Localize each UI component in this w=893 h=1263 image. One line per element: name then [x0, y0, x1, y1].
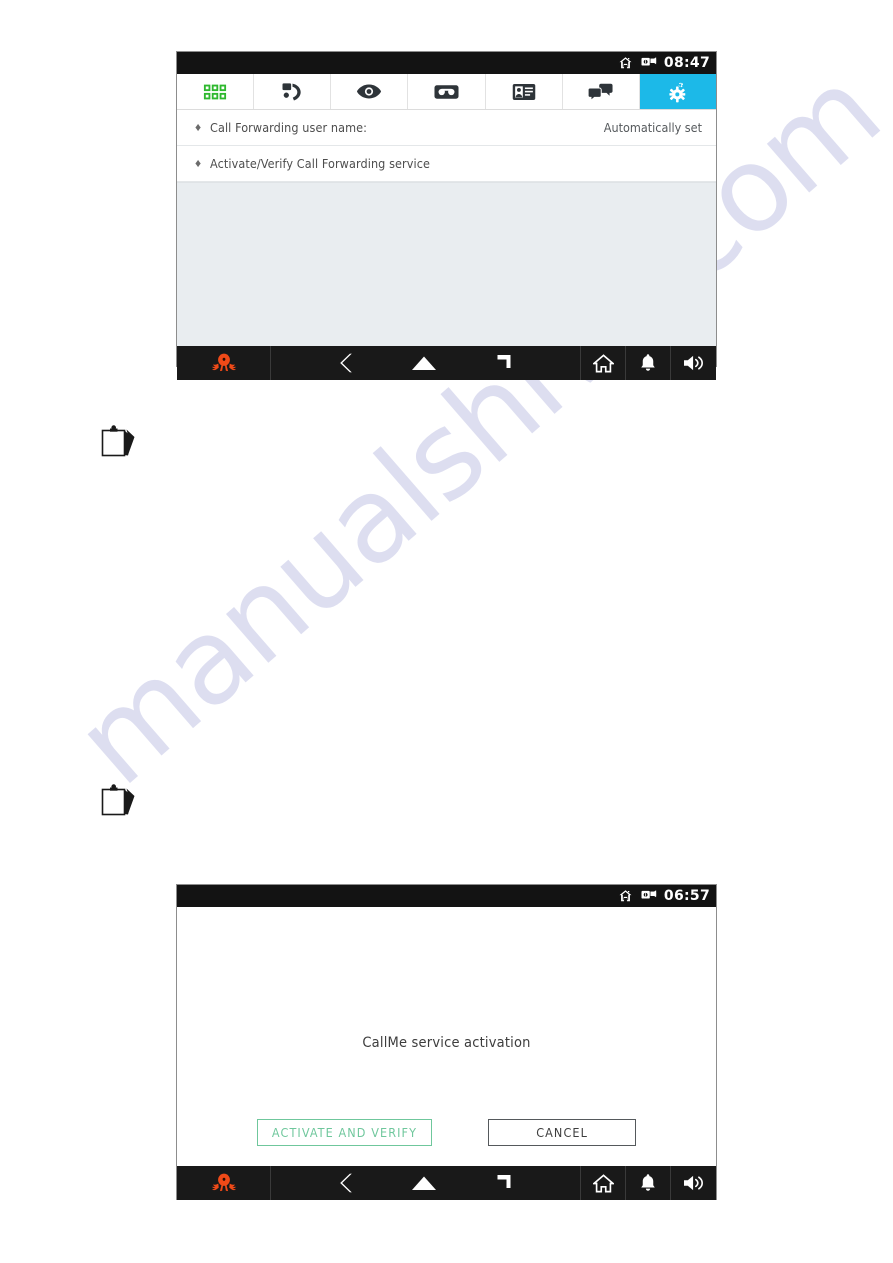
dialog-body: CallMe service activation ACTIVATE AND V…: [177, 907, 716, 1166]
status-time: 08:47: [663, 54, 710, 71]
bottom-navigation-bar: [177, 346, 716, 380]
recent-apps-arrow-icon[interactable]: [493, 1173, 513, 1193]
status-bar: 06:57: [177, 885, 716, 907]
tab-voicemail[interactable]: [408, 74, 486, 109]
list-item[interactable]: ♦ Activate/Verify Call Forwarding servic…: [177, 146, 716, 182]
home-icon[interactable]: [581, 1166, 626, 1200]
home-pentagon-icon[interactable]: [411, 355, 437, 371]
tab-apps[interactable]: [177, 74, 255, 109]
tab-contacts[interactable]: [485, 74, 563, 109]
nav-secondary-actions: [581, 1166, 716, 1200]
multi-window-icon: [640, 56, 657, 70]
device-screen-call-forwarding: 08:47 ♦ Call Forwarding user name: Autom…: [176, 51, 717, 380]
eye-icon: [357, 84, 382, 99]
nav-secondary-actions: [581, 346, 716, 380]
octopus-logo-icon[interactable]: [177, 346, 271, 380]
voicemail-icon: [434, 84, 459, 99]
bullet-icon: ♦: [195, 120, 202, 134]
octopus-logo-icon[interactable]: [177, 1166, 271, 1200]
speaker-icon[interactable]: [671, 346, 716, 380]
gear-icon: [669, 81, 686, 102]
settings-list: ♦ Call Forwarding user name: Automatical…: [177, 110, 716, 182]
tab-settings[interactable]: [639, 74, 716, 109]
chat-bubbles-icon: [588, 83, 613, 101]
status-bar: 08:47: [177, 52, 716, 74]
back-chevron-icon[interactable]: [339, 352, 355, 374]
list-item[interactable]: ♦ Call Forwarding user name: Automatical…: [177, 110, 716, 146]
nav-main-actions: [271, 1166, 581, 1200]
device-screen-callme-activation: 06:57 CallMe service activation ACTIVATE…: [176, 884, 717, 1200]
app-grid-icon: [203, 84, 227, 99]
home-icon[interactable]: [581, 346, 626, 380]
contact-card-icon: [512, 83, 535, 100]
tab-calls[interactable]: [254, 74, 332, 109]
note-clipboard-icon: [99, 424, 137, 463]
dialog-actions: ACTIVATE AND VERIFY CANCEL: [177, 1119, 716, 1146]
note-clipboard-icon: [99, 783, 137, 822]
speaker-icon[interactable]: [671, 1166, 716, 1200]
tab-bar: [177, 74, 716, 110]
list-item-value: Automatically set: [603, 120, 702, 135]
home-pentagon-icon[interactable]: [411, 1175, 437, 1191]
bottom-navigation-bar: [177, 1166, 716, 1200]
multi-window-icon: [640, 889, 657, 903]
status-time: 06:57: [663, 887, 710, 904]
recent-apps-arrow-icon[interactable]: [493, 353, 513, 373]
bell-icon[interactable]: [626, 1166, 671, 1200]
dialog-message: CallMe service activation: [362, 1035, 531, 1051]
bell-icon[interactable]: [626, 346, 671, 380]
activate-and-verify-button[interactable]: ACTIVATE AND VERIFY: [256, 1119, 433, 1146]
empty-content-area: [177, 182, 716, 346]
phone-handset-icon: [282, 82, 301, 101]
bullet-icon: ♦: [195, 156, 202, 170]
list-item-label: Activate/Verify Call Forwarding service: [210, 156, 431, 171]
nav-main-actions: [271, 346, 581, 380]
list-item-label: Call Forwarding user name:: [210, 120, 368, 135]
page-root: manualshive.com 08:47 ♦ Call Forwarding …: [0, 0, 893, 1263]
home-icon: [618, 56, 633, 70]
back-chevron-icon[interactable]: [339, 1172, 355, 1194]
cancel-button[interactable]: CANCEL: [488, 1119, 637, 1146]
tab-messages[interactable]: [562, 74, 640, 109]
tab-view[interactable]: [331, 74, 409, 109]
home-icon: [618, 889, 633, 903]
